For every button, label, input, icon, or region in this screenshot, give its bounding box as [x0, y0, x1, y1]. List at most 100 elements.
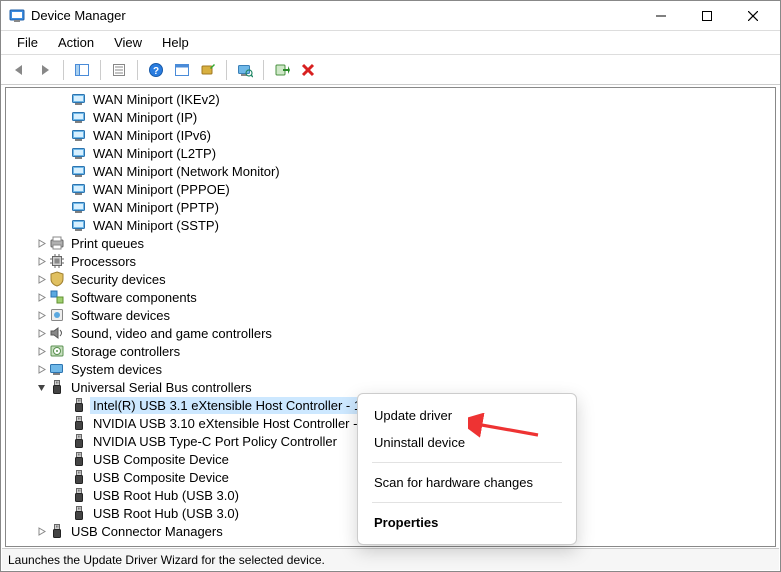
tree-node-label: Processors [68, 253, 139, 270]
context-menu-item[interactable]: Properties [358, 509, 576, 536]
chevron-right-icon[interactable] [34, 239, 48, 248]
chevron-right-icon[interactable] [34, 275, 48, 284]
usb-device-icon [70, 414, 88, 432]
context-menu-item[interactable]: Uninstall device [358, 429, 576, 456]
network-adapter-icon [70, 108, 88, 126]
tree-node[interactable]: Processors [6, 252, 775, 270]
window-title: Device Manager [31, 8, 638, 23]
network-adapter-icon [70, 162, 88, 180]
toolbar-separator [63, 60, 64, 80]
print-queue-icon [48, 234, 66, 252]
tree-node-label: USB Composite Device [90, 469, 232, 486]
maximize-button[interactable] [684, 1, 730, 31]
chevron-right-icon[interactable] [34, 329, 48, 338]
network-adapter-icon [70, 144, 88, 162]
network-adapter-icon [70, 180, 88, 198]
usb-device-icon [70, 504, 88, 522]
minimize-button[interactable] [638, 1, 684, 31]
tree-node-label: Software devices [68, 307, 173, 324]
status-text: Launches the Update Driver Wizard for th… [8, 553, 325, 567]
tree-node-label: WAN Miniport (IP) [90, 109, 200, 126]
tree-node[interactable]: WAN Miniport (Network Monitor) [6, 162, 775, 180]
usb-controller-icon [48, 378, 66, 396]
app-icon [9, 8, 25, 24]
usb-device-icon [70, 396, 88, 414]
tree-node-label: WAN Miniport (PPTP) [90, 199, 222, 216]
menu-bar: File Action View Help [1, 31, 780, 55]
system-icon [48, 360, 66, 378]
chevron-right-icon[interactable] [34, 365, 48, 374]
tree-node[interactable]: Print queues [6, 234, 775, 252]
toolbar-separator [226, 60, 227, 80]
usb-connector-icon [48, 522, 66, 540]
svg-text:?: ? [153, 66, 159, 77]
tree-node-label: Universal Serial Bus controllers [68, 379, 255, 396]
tree-node[interactable]: WAN Miniport (SSTP) [6, 216, 775, 234]
tree-node-label: WAN Miniport (L2TP) [90, 145, 219, 162]
toolbar-separator [100, 60, 101, 80]
tree-node-label: WAN Miniport (IKEv2) [90, 91, 223, 108]
toolbar-separator [263, 60, 264, 80]
tree-node-label: NVIDIA USB Type-C Port Policy Controller [90, 433, 340, 450]
tree-node[interactable]: WAN Miniport (IPv6) [6, 126, 775, 144]
scan-hardware-button[interactable] [233, 58, 257, 82]
toolbar: ? [1, 55, 780, 85]
properties-button[interactable] [107, 58, 131, 82]
uninstall-button[interactable] [296, 58, 320, 82]
tree-node[interactable]: WAN Miniport (PPTP) [6, 198, 775, 216]
tree-node-label: Security devices [68, 271, 169, 288]
tree-node-label: USB Connector Managers [68, 523, 226, 540]
menu-action[interactable]: Action [48, 33, 104, 52]
tree-node[interactable]: System devices [6, 360, 775, 378]
tree-node[interactable]: Software components [6, 288, 775, 306]
menu-file[interactable]: File [7, 33, 48, 52]
tree-node-label: WAN Miniport (SSTP) [90, 217, 222, 234]
chevron-down-icon[interactable] [34, 383, 48, 392]
tree-node[interactable]: Storage controllers [6, 342, 775, 360]
tree-node-label: NVIDIA USB 3.10 eXtensible Host Controll… [90, 415, 382, 432]
chevron-right-icon[interactable] [34, 293, 48, 302]
chevron-right-icon[interactable] [34, 347, 48, 356]
usb-device-icon [70, 486, 88, 504]
context-menu-item[interactable]: Scan for hardware changes [358, 469, 576, 496]
tree-node-label: Print queues [68, 235, 147, 252]
enable-device-button[interactable] [270, 58, 294, 82]
help-button[interactable]: ? [144, 58, 168, 82]
toolbar-separator [137, 60, 138, 80]
back-button[interactable] [7, 58, 31, 82]
forward-button[interactable] [33, 58, 57, 82]
tree-node[interactable]: WAN Miniport (PPPOE) [6, 180, 775, 198]
usb-device-icon [70, 450, 88, 468]
menu-help[interactable]: Help [152, 33, 199, 52]
tree-node[interactable]: Software devices [6, 306, 775, 324]
tree-node[interactable]: WAN Miniport (IP) [6, 108, 775, 126]
context-menu: Update driverUninstall device Scan for ha… [357, 393, 577, 545]
security-icon [48, 270, 66, 288]
sound-icon [48, 324, 66, 342]
chevron-right-icon[interactable] [34, 311, 48, 320]
usb-device-icon [70, 468, 88, 486]
context-menu-separator [372, 462, 562, 463]
update-driver-button[interactable] [196, 58, 220, 82]
processor-icon [48, 252, 66, 270]
network-adapter-icon [70, 198, 88, 216]
network-adapter-icon [70, 90, 88, 108]
chevron-right-icon[interactable] [34, 257, 48, 266]
tree-node-label: USB Composite Device [90, 451, 232, 468]
software-dev-icon [48, 306, 66, 324]
close-button[interactable] [730, 1, 776, 31]
tree-node[interactable]: Security devices [6, 270, 775, 288]
tree-node-label: Intel(R) USB 3.1 eXtensible Host Control… [90, 397, 382, 414]
action-menu-button[interactable] [170, 58, 194, 82]
window-controls [638, 1, 776, 31]
chevron-right-icon[interactable] [34, 527, 48, 536]
tree-node[interactable]: WAN Miniport (L2TP) [6, 144, 775, 162]
menu-view[interactable]: View [104, 33, 152, 52]
context-menu-item[interactable]: Update driver [358, 402, 576, 429]
tree-node-label: WAN Miniport (Network Monitor) [90, 163, 283, 180]
tree-node[interactable]: WAN Miniport (IKEv2) [6, 90, 775, 108]
tree-node-label: USB Root Hub (USB 3.0) [90, 487, 242, 504]
tree-node[interactable]: Sound, video and game controllers [6, 324, 775, 342]
tree-node-label: USB Root Hub (USB 3.0) [90, 505, 242, 522]
show-hide-tree-button[interactable] [70, 58, 94, 82]
